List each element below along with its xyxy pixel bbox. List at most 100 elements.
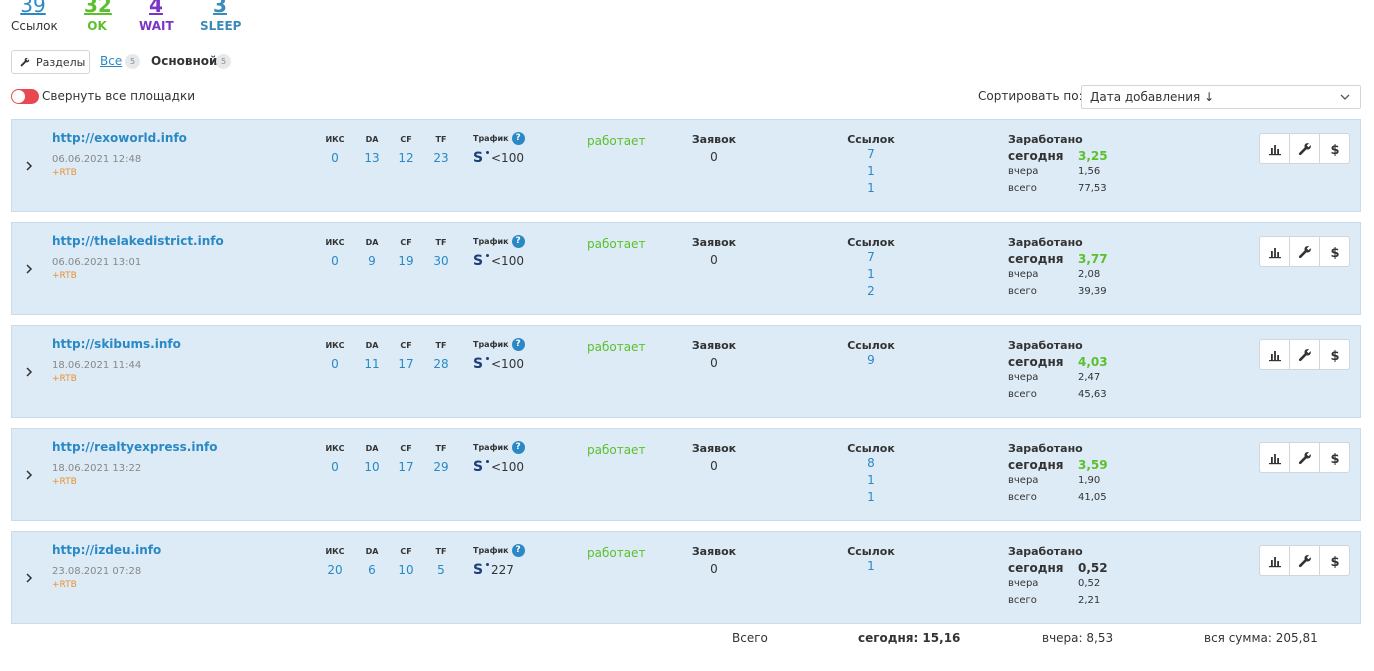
bar-chart-icon [1268,247,1281,258]
earnings-today-row: сегодня 4,03 [1008,355,1208,372]
wrench-icon [1298,348,1311,361]
links-value[interactable]: 2 [841,283,901,300]
settings-button[interactable] [1289,133,1320,164]
earnings-today-value: 3,77 [1078,252,1108,266]
row-actions: $ [1259,339,1350,370]
earnings-today-label: сегодня [1008,252,1064,266]
stat-wait[interactable]: 4 WAIT [139,0,174,34]
links-value[interactable]: 7 [841,249,901,266]
site-url[interactable]: http://exoworld.info [52,131,187,145]
metric-cf-header: CF [400,444,412,453]
finance-button[interactable]: $ [1319,236,1350,267]
metric-iks-header: ИКС [325,135,345,144]
earnings-today-label: сегодня [1008,355,1064,369]
links-col: Ссылок 1 [841,545,901,575]
metric-tf: TF 30 [421,237,461,268]
links-value[interactable]: 7 [841,146,901,163]
stat-sleep[interactable]: 3 SLEEP [200,0,242,34]
stat-sleep-label: SLEEP [200,19,242,33]
stat-links-value[interactable]: 39 [11,0,55,18]
settings-button[interactable] [1289,339,1320,370]
site-status: работает [587,340,646,354]
earnings-today-row: сегодня 3,25 [1008,149,1208,166]
links-value[interactable]: 1 [841,558,901,575]
totals-yesterday: вчера: 8,53 [1042,631,1114,645]
settings-button[interactable] [1289,442,1320,473]
finance-button[interactable]: $ [1319,133,1350,164]
metric-tf-value: 23 [433,151,449,165]
metric-tf-header: TF [435,238,447,247]
links-value[interactable]: 1 [841,266,901,283]
stats-button[interactable] [1259,442,1290,473]
site-status: работает [587,134,646,148]
site-tag: +RTB [52,271,77,281]
tab-main[interactable]: Основной [151,54,217,68]
metric-iks: ИКС 0 [315,237,355,268]
site-date: 18.06.2021 13:22 [52,463,142,474]
site-url[interactable]: http://realtyexpress.info [52,440,218,454]
stat-ok[interactable]: 32 OK [84,0,112,34]
help-icon[interactable]: ? [511,131,525,145]
traffic-header-label: Трафик [473,133,509,143]
site-url[interactable]: http://izdeu.info [52,543,161,557]
tab-all[interactable]: Все [100,54,122,68]
earnings-yesterday-label: вчера [1008,269,1039,280]
metric-tf-value: 28 [433,357,449,371]
stats-button[interactable] [1259,339,1290,370]
finance-button[interactable]: $ [1319,339,1350,370]
metric-iks-value: 0 [331,254,339,268]
metric-iks-value: 0 [331,460,339,474]
requests-header: Заявок [691,545,737,558]
traffic-header-label: Трафик [473,545,509,555]
stats-button[interactable] [1259,133,1290,164]
metric-tf-header: TF [435,341,447,350]
settings-button[interactable] [1289,545,1320,576]
chevron-right-icon[interactable] [24,469,34,481]
help-icon[interactable]: ? [511,543,525,557]
links-value[interactable]: 1 [841,489,901,506]
stats-button[interactable] [1259,545,1290,576]
stats-button[interactable] [1259,236,1290,267]
links-value[interactable]: 1 [841,472,901,489]
metric-cf: CF 10 [386,546,426,577]
links-value[interactable]: 8 [841,455,901,472]
links-value[interactable]: 1 [841,180,901,197]
site-url[interactable]: http://thelakedistrict.info [52,234,224,248]
requests-header: Заявок [691,339,737,352]
help-icon[interactable]: ? [511,234,525,248]
chevron-right-icon[interactable] [24,366,34,378]
links-value[interactable]: 1 [841,163,901,180]
help-icon[interactable]: ? [511,337,525,351]
site-url[interactable]: http://skibums.info [52,337,181,351]
earnings-yesterday-value: 2,47 [1078,372,1101,383]
site-row: http://realtyexpress.info 18.06.2021 13:… [11,428,1361,521]
finance-button[interactable]: $ [1319,442,1350,473]
collapse-all-toggle[interactable] [11,89,39,104]
help-icon[interactable]: ? [511,440,525,454]
chevron-right-icon[interactable] [24,263,34,275]
dollar-icon: $ [1330,452,1339,465]
links-value[interactable]: 9 [841,352,901,369]
stat-wait-value[interactable]: 4 [139,0,173,18]
earnings-yesterday-label: вчера [1008,578,1039,589]
metric-iks-value: 0 [331,357,339,371]
metric-tf-value: 29 [433,460,449,474]
traffic-value: <100 [491,254,524,268]
chevron-right-icon[interactable] [24,160,34,172]
stat-sleep-value[interactable]: 3 [200,0,240,18]
finance-button[interactable]: $ [1319,545,1350,576]
collapse-all-label[interactable]: Свернуть все площадки [42,89,195,103]
earnings-total-label: всего [1008,286,1037,297]
metric-cf-header: CF [400,238,412,247]
metric-cf-header: CF [400,341,412,350]
stat-ok-value[interactable]: 32 [84,0,112,18]
chevron-right-icon[interactable] [24,572,34,584]
stat-links[interactable]: 39 Ссылок [11,0,58,34]
site-status: работает [587,237,646,251]
sort-select[interactable]: Дата добавления ↓ [1081,85,1361,109]
sections-button[interactable]: Разделы [11,50,90,74]
site-row: http://izdeu.info 23.08.2021 07:28 +RTB … [11,531,1361,624]
earnings-yesterday-row: вчера 1,90 [1008,475,1208,492]
traffic-header: Трафик ? [473,440,543,454]
settings-button[interactable] [1289,236,1320,267]
